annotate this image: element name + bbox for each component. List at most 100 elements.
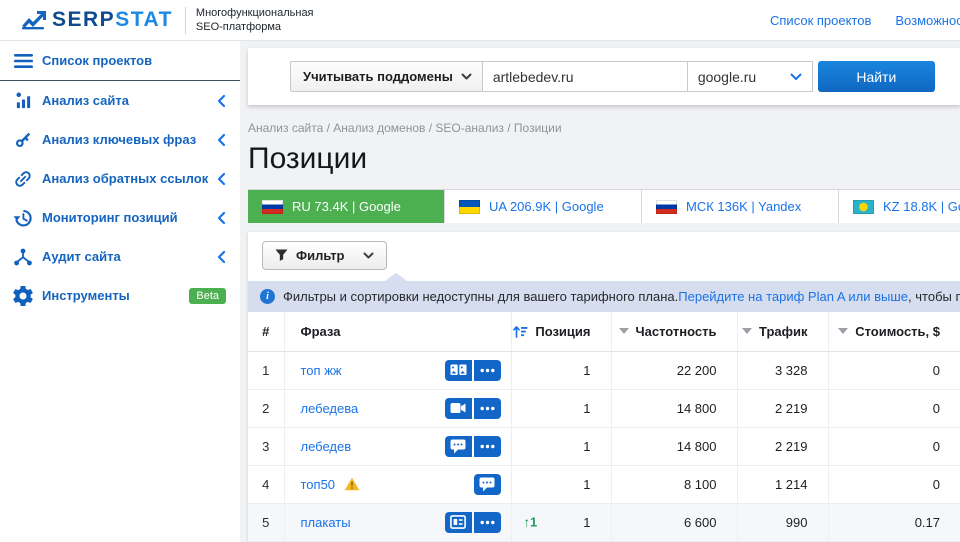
more-icon[interactable] xyxy=(474,360,501,381)
banner-callout-arrow xyxy=(385,273,407,281)
header-links: Список проектов Возможности xyxy=(770,0,960,41)
tab-ua-google[interactable]: UA 206.9K | Google xyxy=(445,190,642,223)
ru-flag-icon xyxy=(262,200,283,214)
search-engine-select[interactable]: google.ru xyxy=(688,61,813,92)
main-content: Учитывать поддомены google.ru Найти Анал… xyxy=(240,41,960,542)
banner-text: Фильтры и сортировки недоступны для ваше… xyxy=(283,289,678,304)
info-icon: i xyxy=(260,289,275,304)
frequency-cell: 14 800 xyxy=(611,389,737,427)
col-header-frequency[interactable]: Частотность xyxy=(611,312,737,351)
search-button[interactable]: Найти xyxy=(818,61,935,92)
chevron-left-icon[interactable] xyxy=(216,133,226,147)
table-row: 3 лебедев 1 14 800 2 219 0 xyxy=(248,427,960,465)
page-title: Позиции xyxy=(248,142,960,176)
chevron-left-icon[interactable] xyxy=(216,172,226,186)
col-header-phrase: Фраза xyxy=(284,312,511,351)
upgrade-plan-link[interactable]: Перейдите на тариф Plan A или выше xyxy=(678,289,908,304)
chevron-down-icon xyxy=(363,252,374,259)
beta-badge: Beta xyxy=(189,288,226,304)
chevron-left-icon[interactable] xyxy=(216,250,226,264)
cost-cell: 0 xyxy=(828,465,960,503)
position-cell: 1 xyxy=(511,389,611,427)
filter-funnel-icon xyxy=(275,249,288,262)
row-number: 5 xyxy=(248,503,284,541)
chevron-down-icon xyxy=(461,73,472,80)
phrase-link[interactable]: топ50 xyxy=(301,477,336,492)
position-cell: 1 xyxy=(511,351,611,389)
images-serp-icon[interactable] xyxy=(445,360,472,381)
col-header-position[interactable]: Позиция xyxy=(511,312,611,351)
cost-cell: 0 xyxy=(828,427,960,465)
phrase-link[interactable]: плакаты xyxy=(301,515,351,530)
traffic-cell: 2 219 xyxy=(737,427,828,465)
region-tabbar: RU 73.4K | Google UA 206.9K | Google МСК… xyxy=(248,189,960,223)
kz-flag-icon xyxy=(853,200,874,214)
top-header: SERPSTAT Многофункциональная SEO-платфор… xyxy=(0,0,960,41)
header-link-projects[interactable]: Список проектов xyxy=(770,13,871,28)
phrase-link[interactable]: топ жж xyxy=(301,363,342,378)
traffic-cell: 990 xyxy=(737,503,828,541)
sidebar-item-backlinks[interactable]: Анализ обратных ссылок xyxy=(0,159,240,198)
sidebar-item-label: Инструменты xyxy=(42,288,130,303)
search-engine-value: google.ru xyxy=(698,69,756,85)
position-cell: ↑11 xyxy=(511,503,611,541)
chat-serp-icon[interactable] xyxy=(445,436,472,457)
sort-down-icon xyxy=(619,328,629,334)
sort-down-icon xyxy=(742,328,752,334)
positions-table: # Фраза Позиция Частотность Трафик Стоим… xyxy=(248,312,960,542)
header-link-features[interactable]: Возможности xyxy=(895,13,960,28)
snippet-serp-icon[interactable] xyxy=(445,512,472,533)
sidebar-item-projects[interactable]: Список проектов xyxy=(0,41,240,80)
domain-search-input[interactable] xyxy=(483,61,688,92)
traffic-cell: 3 328 xyxy=(737,351,828,389)
sidebar-item-site-audit[interactable]: Аудит сайта xyxy=(0,237,240,276)
subdomains-dropdown[interactable]: Учитывать поддомены xyxy=(290,61,483,92)
key-icon xyxy=(12,130,34,150)
search-card: Учитывать поддомены google.ru Найти xyxy=(248,48,960,105)
serpstat-logo[interactable]: SERPSTAT xyxy=(22,8,173,32)
ru-flag-icon xyxy=(656,200,677,214)
sidebar-item-rank-monitoring[interactable]: Мониторинг позиций xyxy=(0,198,240,237)
tab-msk-yandex[interactable]: МСК 136K | Yandex xyxy=(642,190,839,223)
tab-kz-google[interactable]: KZ 18.8K | Google xyxy=(839,190,960,223)
chevron-left-icon[interactable] xyxy=(216,211,226,225)
chat-serp-icon[interactable] xyxy=(474,474,501,495)
plan-banner: i Фильтры и сортировки недоступны для ва… xyxy=(248,281,960,312)
row-number: 4 xyxy=(248,465,284,503)
sidebar-item-tools[interactable]: Инструменты Beta xyxy=(0,276,240,315)
sidebar-item-site-analysis[interactable]: Анализ сайта xyxy=(0,81,240,120)
tab-label: МСК 136K | Yandex xyxy=(686,199,801,214)
col-header-traffic[interactable]: Трафик xyxy=(737,312,828,351)
table-header-row: # Фраза Позиция Частотность Трафик Стоим… xyxy=(248,312,960,351)
logo-text: SERPSTAT xyxy=(52,8,173,32)
col-header-cost[interactable]: Стоимость, $ xyxy=(828,312,960,351)
tab-ru-google[interactable]: RU 73.4K | Google xyxy=(248,190,445,223)
chevron-left-icon[interactable] xyxy=(216,94,226,108)
more-icon[interactable] xyxy=(474,398,501,419)
sidebar: Список проектов Анализ сайта Анализ ключ… xyxy=(0,41,240,542)
sidebar-item-label: Анализ сайта xyxy=(42,93,129,108)
filter-button[interactable]: Фильтр xyxy=(262,241,387,270)
more-icon[interactable] xyxy=(474,436,501,457)
filter-button-label: Фильтр xyxy=(296,248,345,263)
breadcrumb[interactable]: Анализ сайта / Анализ доменов / SEO-анал… xyxy=(248,121,960,135)
row-number: 2 xyxy=(248,389,284,427)
site-analysis-icon xyxy=(12,91,34,111)
menu-icon xyxy=(12,51,34,71)
frequency-cell: 14 800 xyxy=(611,427,737,465)
phrase-link[interactable]: лебедева xyxy=(301,401,359,416)
traffic-cell: 2 219 xyxy=(737,389,828,427)
sidebar-item-label: Анализ обратных ссылок xyxy=(42,171,208,186)
more-icon[interactable] xyxy=(474,512,501,533)
subdomains-dropdown-label: Учитывать поддомены xyxy=(303,69,453,84)
table-row: 4 топ50 1 8 100 1 214 0 xyxy=(248,465,960,503)
sort-active-icon xyxy=(512,324,528,339)
sidebar-item-keyword-analysis[interactable]: Анализ ключевых фраз xyxy=(0,120,240,159)
row-number: 1 xyxy=(248,351,284,389)
position-cell: 1 xyxy=(511,465,611,503)
table-row: 1 топ жж 1 22 200 3 328 0 xyxy=(248,351,960,389)
video-serp-icon[interactable] xyxy=(445,398,472,419)
warning-icon xyxy=(344,477,360,491)
phrase-link[interactable]: лебедев xyxy=(301,439,352,454)
sidebar-item-label: Аудит сайта xyxy=(42,249,121,264)
